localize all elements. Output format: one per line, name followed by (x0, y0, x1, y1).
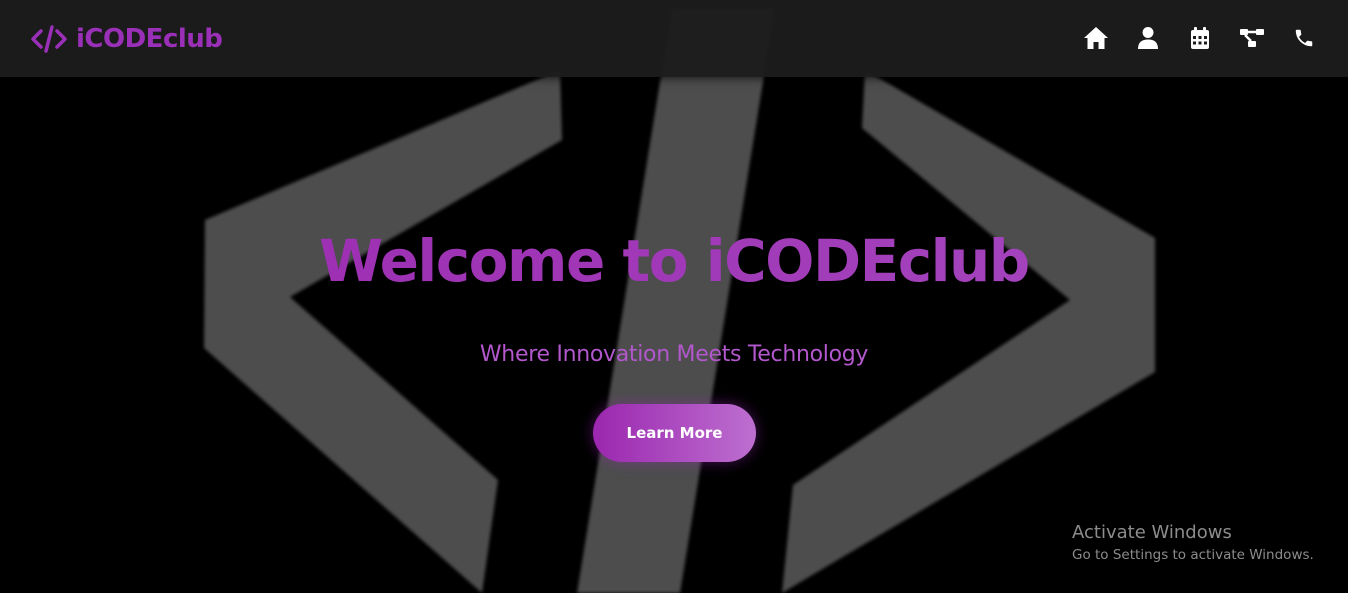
home-icon (1084, 27, 1108, 49)
nav-icons (1080, 23, 1320, 53)
nav-profile[interactable] (1132, 23, 1164, 53)
brand-name: iCODEclub (76, 24, 223, 54)
brand-logo[interactable]: iCODEclub (30, 20, 223, 58)
nav-events[interactable] (1184, 23, 1216, 53)
nav-network[interactable] (1236, 23, 1268, 53)
hero-subtitle: Where Innovation Meets Technology (479, 342, 869, 367)
hero-section: Welcome to iCODEclub Where Innovation Me… (0, 77, 1348, 593)
phone-icon (1295, 29, 1313, 47)
hero-title: Welcome to iCODEclub (0, 227, 1348, 295)
nav-home[interactable] (1080, 23, 1112, 53)
nav-contact[interactable] (1288, 23, 1320, 53)
watermark-title: Activate Windows (1072, 522, 1232, 543)
navbar: iCODEclub (0, 0, 1348, 77)
user-icon (1138, 27, 1158, 49)
learn-more-button[interactable]: Learn More (593, 404, 756, 462)
watermark-subtitle: Go to Settings to activate Windows. (1072, 547, 1314, 563)
calendar-icon (1191, 27, 1209, 49)
network-icon (1240, 29, 1264, 47)
activate-windows-watermark: Activate Windows Go to Settings to activ… (1072, 522, 1314, 563)
code-icon (31, 25, 67, 53)
